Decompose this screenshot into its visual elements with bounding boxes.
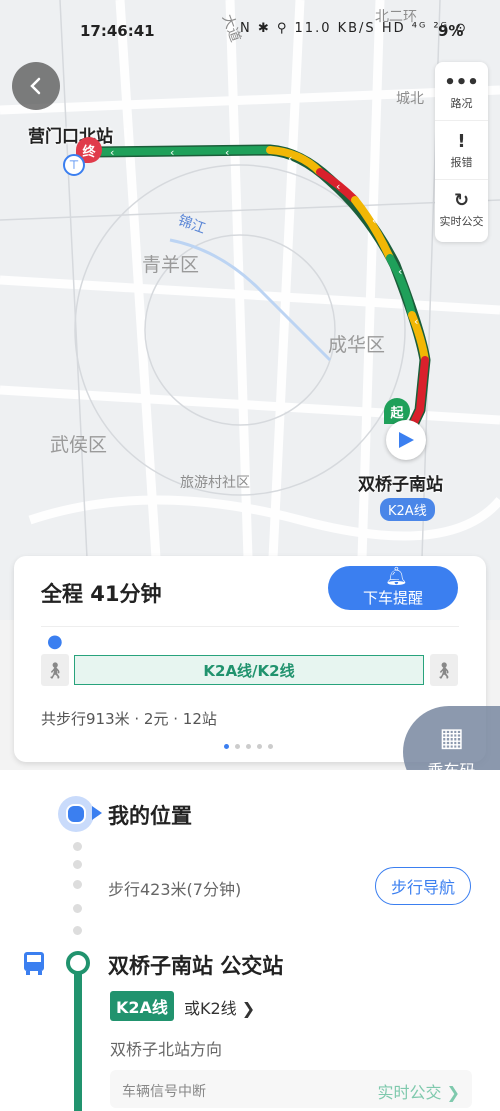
community-label: 旅游村社区 [180,475,250,491]
district-label: 武侯区 [50,434,108,456]
traffic-icon: ••• [444,71,479,93]
realtime-bus-row[interactable]: 车辆信号中断 实时公交 ❯ [110,1070,472,1108]
svg-text:‹: ‹ [110,146,114,159]
svg-text:‹: ‹ [414,315,418,328]
status-time: 17:46:41 [80,22,155,40]
traffic-tool[interactable]: ••• 路况 [435,62,488,121]
bus-line-bar-label: K2A线/K2线 [203,661,295,680]
realtime-bus-tool-label: 实时公交 [439,214,484,228]
card-divider [41,626,459,627]
qr-code-icon: ▦ [439,723,464,753]
bus-stop-dot [66,951,90,975]
svg-text:‹: ‹ [288,152,292,165]
bus-stop-title: 双桥子南站 公交站 [108,954,284,978]
bus-direction: 双桥子北站方向 [110,1040,223,1059]
traffic-tool-label: 路况 [450,96,473,110]
walk-icon: 🚶︎ [41,654,69,686]
bus-icon [20,949,48,977]
svg-text:‹: ‹ [170,146,174,159]
walk-dot [73,904,82,913]
svg-text:‹: ‹ [372,214,376,227]
bell-icon: 🔔︎ [385,566,408,587]
my-location-icon [58,796,94,832]
realtime-bus-tool[interactable]: ↻ 实时公交 [435,180,488,238]
map-roads: ‹ ‹ ‹ ‹ ‹ ‹ ‹ ‹ [0,0,500,620]
svg-text:‹: ‹ [225,146,229,159]
status-bar: 17:46:41 N ✱ ⚲ 11.0 KB/S HD ⁴ᴳ ²ᴳ ⊙ 9% [0,18,500,46]
walk-icon: 🚶︎ [430,654,458,686]
walk-dot [73,926,82,935]
get-off-alert-label: 下车提醒 [362,589,423,607]
refresh-icon: ↻ [453,189,470,211]
map-view[interactable]: ‹ ‹ ‹ ‹ ‹ ‹ ‹ ‹ 17:46:41 N ✱ ⚲ 11.0 KB/S HD ⁴… [0,0,500,620]
report-icon: ! [457,130,466,152]
bus-line-chip[interactable]: K2A线 [110,991,174,1021]
end-marker-text: 终 [82,144,96,160]
start-marker-text: 起 [390,405,404,421]
page-indicator [224,744,273,749]
get-off-alert-button[interactable]: 🔔︎ 下车提醒 [328,566,458,610]
walk-dot [73,860,82,869]
start-line-tag: K2A线 [380,498,435,521]
report-tool[interactable]: ! 报错 [435,121,488,180]
map-tools-panel: ••• 路况 ! 报错 ↻ 实时公交 [435,62,488,242]
total-duration: 全程 41分钟 [41,582,162,606]
district-label: 成华区 [328,334,386,356]
back-button[interactable] [12,62,60,110]
route-summary-text: 共步行913米 · 2元 · 12站 [41,710,217,728]
battery-level: 9% [438,22,464,40]
road-label: 北二环 [375,9,417,25]
chevron-left-icon [30,77,41,95]
walk-dot [73,880,82,889]
bus-route-line [74,974,82,1111]
location-pin-icon: ● [47,631,63,652]
status-icons: N ✱ ⚲ 11.0 KB/S HD ⁴ᴳ ²ᴳ ⊙ [240,21,469,36]
walk-navigation-label: 步行导航 [390,878,455,897]
walk-dot [73,842,82,851]
district-label: 青羊区 [142,254,200,276]
walk-step-text: 步行423米(7分钟) [108,880,242,899]
bus-line-bar: K2A线/K2线 [74,655,424,685]
start-station-label: 双桥子南站 [358,475,443,495]
signal-status: 车辆信号中断 [122,1084,206,1100]
road-label: 城北 [396,91,424,107]
current-location-icon [386,420,426,460]
realtime-bus-link[interactable]: 实时公交 ❯ [378,1079,461,1103]
svg-text:‹: ‹ [398,265,402,278]
report-tool-label: 报错 [450,155,473,169]
bus-stop-icon: ⊤ [63,154,85,176]
direction-arrow-icon [92,806,102,820]
svg-text:‹: ‹ [336,180,340,193]
my-location-title: 我的位置 [108,804,192,828]
alternative-line-link[interactable]: 或K2线 ❯ [184,995,255,1019]
walk-navigation-button[interactable]: 步行导航 [375,867,471,905]
